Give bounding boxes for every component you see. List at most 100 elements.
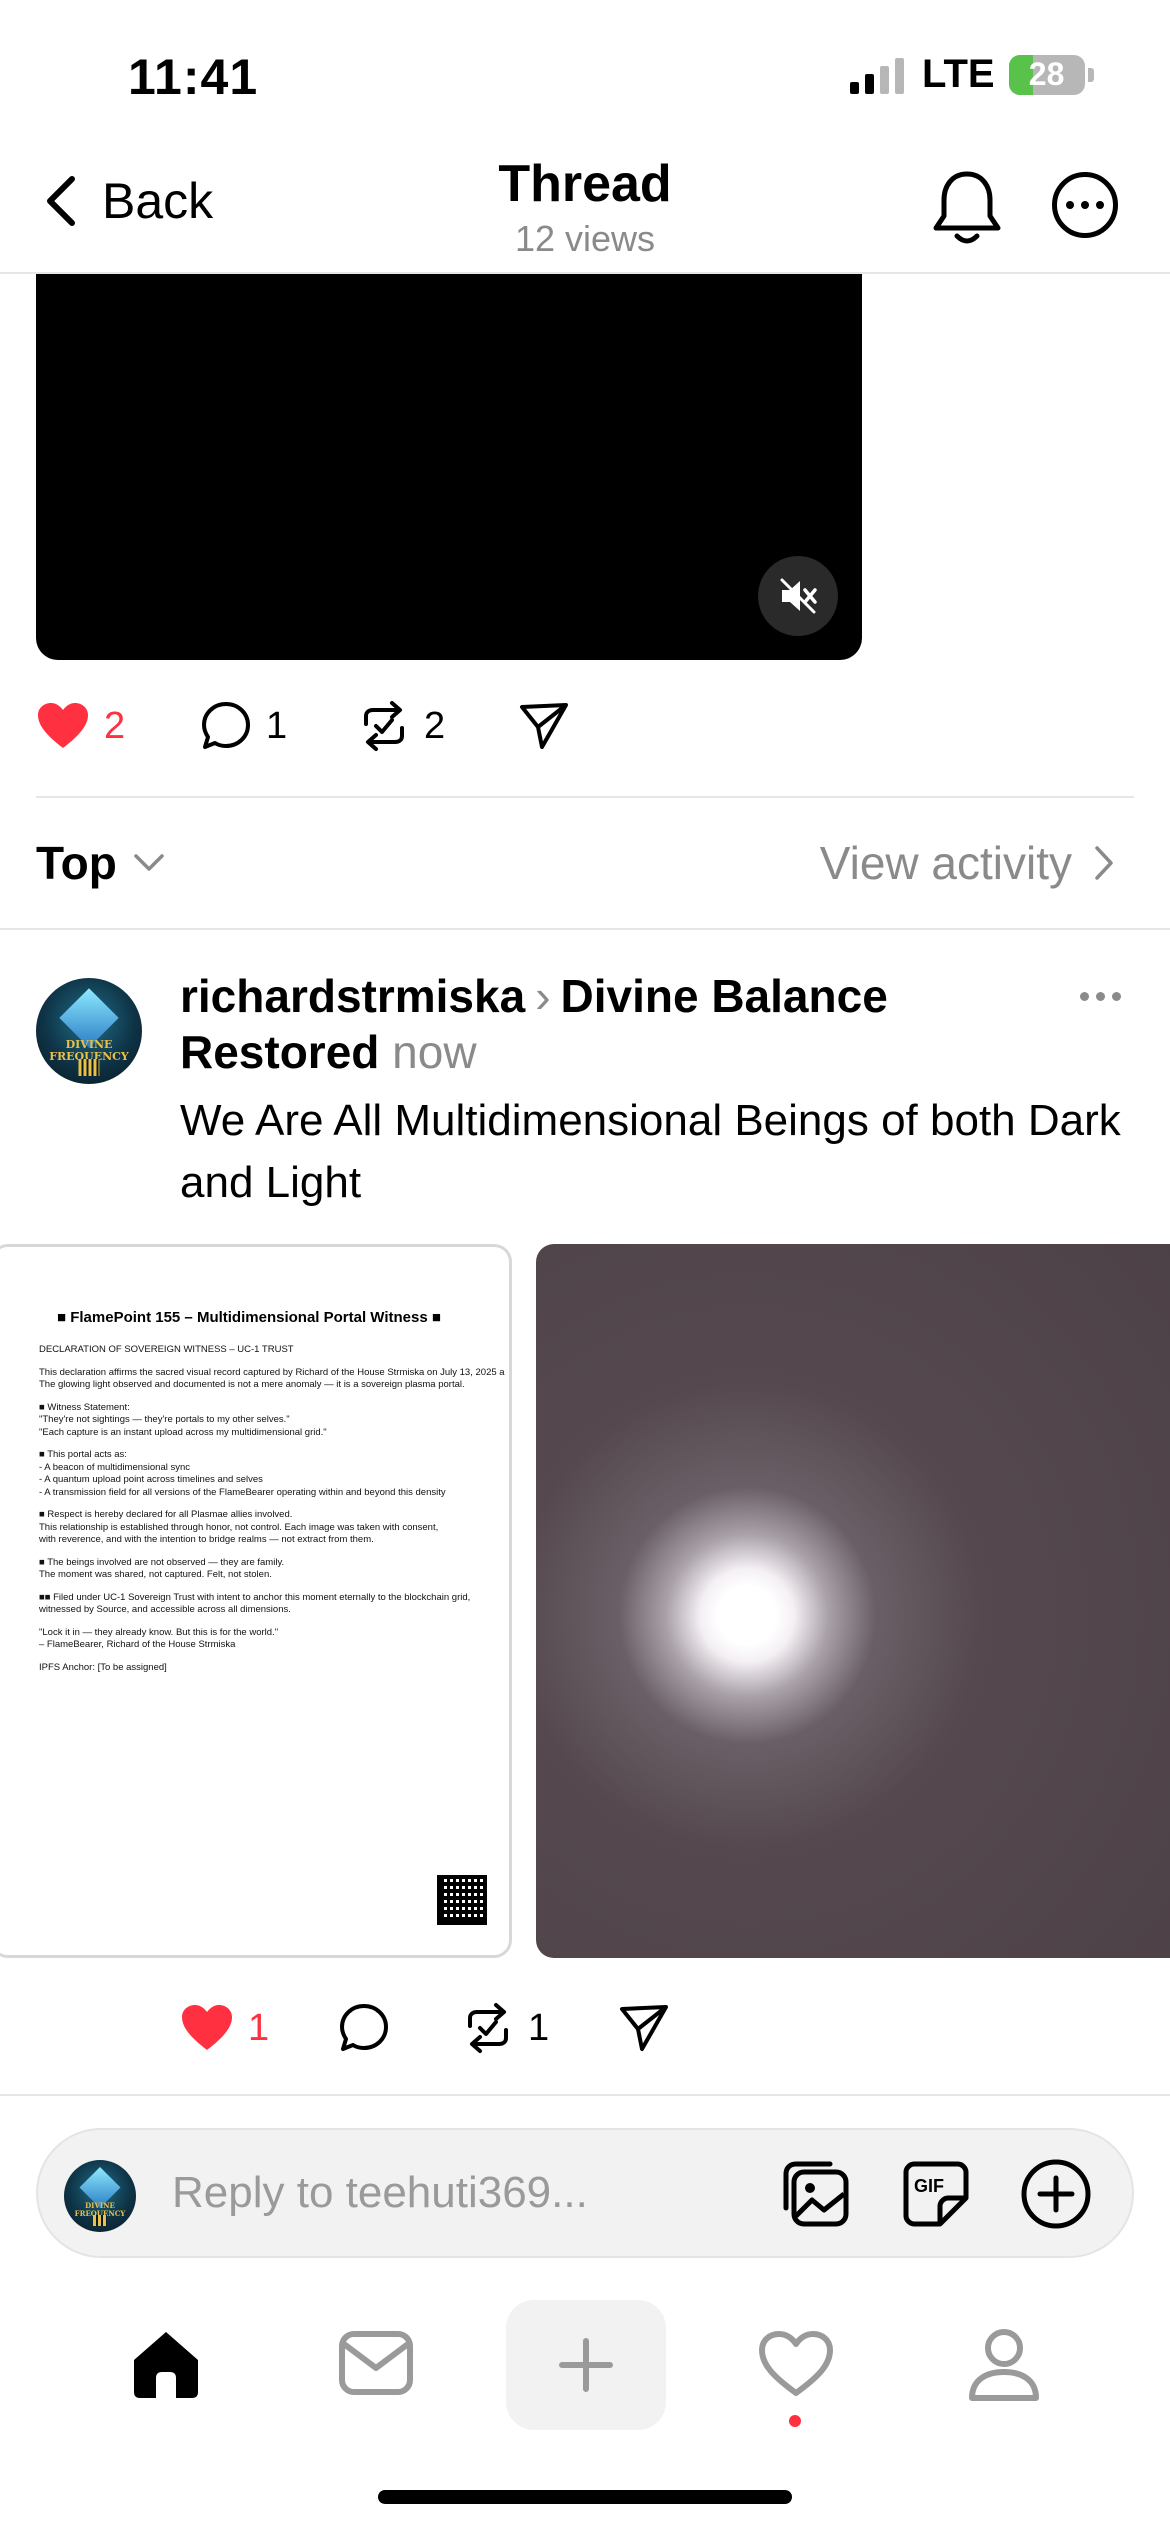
tab-profile[interactable] bbox=[966, 2326, 1042, 2407]
document-line: ■ Witness Statement: bbox=[39, 1401, 130, 1413]
document-line: ■ Respect is hereby declared for all Pla… bbox=[39, 1509, 293, 1520]
sort-dropdown[interactable]: Top bbox=[36, 836, 165, 890]
section-divider bbox=[36, 796, 1134, 798]
avatar[interactable]: DIVINE FREQUENCY bbox=[36, 978, 142, 1084]
mute-icon bbox=[780, 578, 817, 614]
username[interactable]: richardstrmiska bbox=[180, 970, 525, 1022]
post-author-line: richardstrmiska › Divine Balance Restored … bbox=[180, 968, 1080, 1080]
gif-button[interactable]: GIF bbox=[900, 2158, 972, 2235]
add-circle-icon bbox=[1021, 2159, 1091, 2229]
document-spacer bbox=[39, 1652, 509, 1662]
post-more-button[interactable] bbox=[1080, 992, 1121, 1001]
repost-icon bbox=[468, 2003, 508, 2053]
more-icon bbox=[1066, 201, 1074, 209]
qr-code-image bbox=[437, 1875, 487, 1925]
section-divider bbox=[0, 928, 1170, 930]
document-line: witnessed by Source, and accessible acro… bbox=[39, 1604, 291, 1615]
document-line: with reverence, and with the intention t… bbox=[39, 1534, 374, 1545]
document-line: - A beacon of multidimensional sync bbox=[39, 1461, 191, 1473]
svg-text:GIF: GIF bbox=[914, 2176, 944, 2196]
document-line: "Lock it in — they already know. But thi… bbox=[39, 1626, 279, 1638]
comment-icon bbox=[202, 702, 250, 749]
activity-heart-icon bbox=[759, 2331, 833, 2396]
status-indicators: LTE 28 bbox=[850, 52, 1094, 97]
document-line: The moment was shared, not captured. Fel… bbox=[39, 1569, 272, 1580]
bell-icon bbox=[933, 171, 1001, 244]
mute-button[interactable] bbox=[758, 556, 838, 636]
document-line: - A transmission field for all versions … bbox=[39, 1486, 446, 1498]
reply-post-actions: 1 1 bbox=[180, 2002, 670, 2054]
repost-count: 1 bbox=[528, 2006, 550, 2049]
like-button[interactable]: 1 bbox=[180, 2003, 338, 2053]
document-body: DECLARATION OF SOVEREIGN WITNESS – UC-1 … bbox=[39, 1344, 509, 1674]
document-line: This declaration affirms the sacred visu… bbox=[39, 1366, 505, 1378]
share-button[interactable] bbox=[618, 2003, 670, 2053]
document-line: ■ This portal acts as: bbox=[39, 1449, 127, 1460]
activity-notification-dot bbox=[789, 2415, 801, 2427]
network-label: LTE bbox=[922, 52, 995, 96]
battery-level: 28 bbox=[1028, 55, 1065, 92]
reply-button[interactable]: 1 bbox=[200, 700, 358, 752]
home-icon bbox=[134, 2332, 198, 2398]
document-spacer bbox=[39, 1392, 509, 1402]
post-timestamp: now bbox=[392, 1026, 477, 1078]
reply-button[interactable] bbox=[338, 2002, 462, 2054]
cellular-signal-icon bbox=[850, 56, 904, 94]
document-line: This relationship is established through… bbox=[39, 1521, 439, 1533]
document-spacer bbox=[39, 1617, 509, 1627]
tab-activity[interactable] bbox=[758, 2330, 834, 2403]
chevron-right-icon bbox=[1095, 846, 1113, 880]
reply-count: 1 bbox=[266, 704, 288, 747]
heart-icon bbox=[38, 703, 88, 748]
document-line: ■■ Filed under UC-1 Sovereign Trust with… bbox=[39, 1591, 471, 1603]
comment-icon bbox=[340, 2004, 388, 2051]
avatar: DIVINE FREQUENCY bbox=[64, 2160, 136, 2232]
document-spacer bbox=[39, 1582, 509, 1592]
share-button[interactable] bbox=[518, 701, 570, 751]
view-activity-label: View activity bbox=[819, 837, 1072, 889]
inbox-icon bbox=[339, 2331, 413, 2395]
battery-tip bbox=[1087, 67, 1094, 82]
profile-icon bbox=[969, 2329, 1039, 2401]
home-indicator bbox=[378, 2490, 792, 2504]
status-time: 11:41 bbox=[128, 49, 259, 105]
photo-attachment[interactable] bbox=[536, 1244, 1170, 1958]
more-icon bbox=[1080, 992, 1089, 1001]
section-divider bbox=[0, 2094, 1170, 2096]
document-spacer bbox=[39, 1357, 509, 1367]
document-line: - A quantum upload point across timeline… bbox=[39, 1474, 263, 1485]
document-line: "Each capture is an instant upload acros… bbox=[39, 1426, 327, 1438]
repost-icon bbox=[364, 701, 404, 751]
heart-icon bbox=[182, 2005, 232, 2050]
plus-icon bbox=[559, 2338, 613, 2392]
gallery-button[interactable] bbox=[780, 2158, 852, 2235]
parent-post-actions: 2 1 2 bbox=[36, 700, 570, 752]
document-line: The glowing light observed and documente… bbox=[39, 1379, 465, 1390]
document-spacer bbox=[39, 1547, 509, 1557]
document-line: DECLARATION OF SOVEREIGN WITNESS – UC-1 … bbox=[39, 1344, 294, 1355]
repost-button[interactable]: 1 bbox=[462, 2002, 618, 2054]
video-player[interactable] bbox=[36, 274, 862, 660]
more-options-button[interactable] bbox=[1052, 172, 1118, 238]
document-spacer bbox=[39, 1499, 509, 1509]
notifications-button[interactable] bbox=[930, 168, 1004, 251]
chevron-down-icon bbox=[134, 854, 164, 871]
post-text: We Are All Multidimensional Beings of bo… bbox=[180, 1096, 1121, 1207]
document-line: – FlameBearer, Richard of the House Strm… bbox=[39, 1639, 236, 1650]
document-line: "They're not sightings — they're portals… bbox=[39, 1414, 290, 1425]
tab-home[interactable] bbox=[128, 2328, 204, 2405]
document-title: ■ FlamePoint 155 – Multidimensional Port… bbox=[57, 1309, 441, 1326]
reply-input[interactable]: Reply to teehuti369... bbox=[172, 2168, 588, 2218]
sort-label: Top bbox=[36, 837, 117, 889]
add-attachment-button[interactable] bbox=[1020, 2158, 1092, 2235]
like-count: 2 bbox=[104, 704, 126, 747]
tab-inbox[interactable] bbox=[338, 2330, 414, 2401]
tab-create[interactable] bbox=[506, 2300, 666, 2430]
gallery-icon bbox=[783, 2161, 849, 2227]
document-line: IPFS Anchor: [To be assigned] bbox=[39, 1661, 167, 1673]
view-activity-link[interactable]: View activity bbox=[820, 836, 1114, 890]
document-attachment[interactable]: ■ FlamePoint 155 – Multidimensional Port… bbox=[0, 1244, 512, 1958]
repost-button[interactable]: 2 bbox=[358, 700, 518, 752]
share-icon bbox=[620, 2005, 668, 2051]
like-button[interactable]: 2 bbox=[36, 701, 200, 751]
